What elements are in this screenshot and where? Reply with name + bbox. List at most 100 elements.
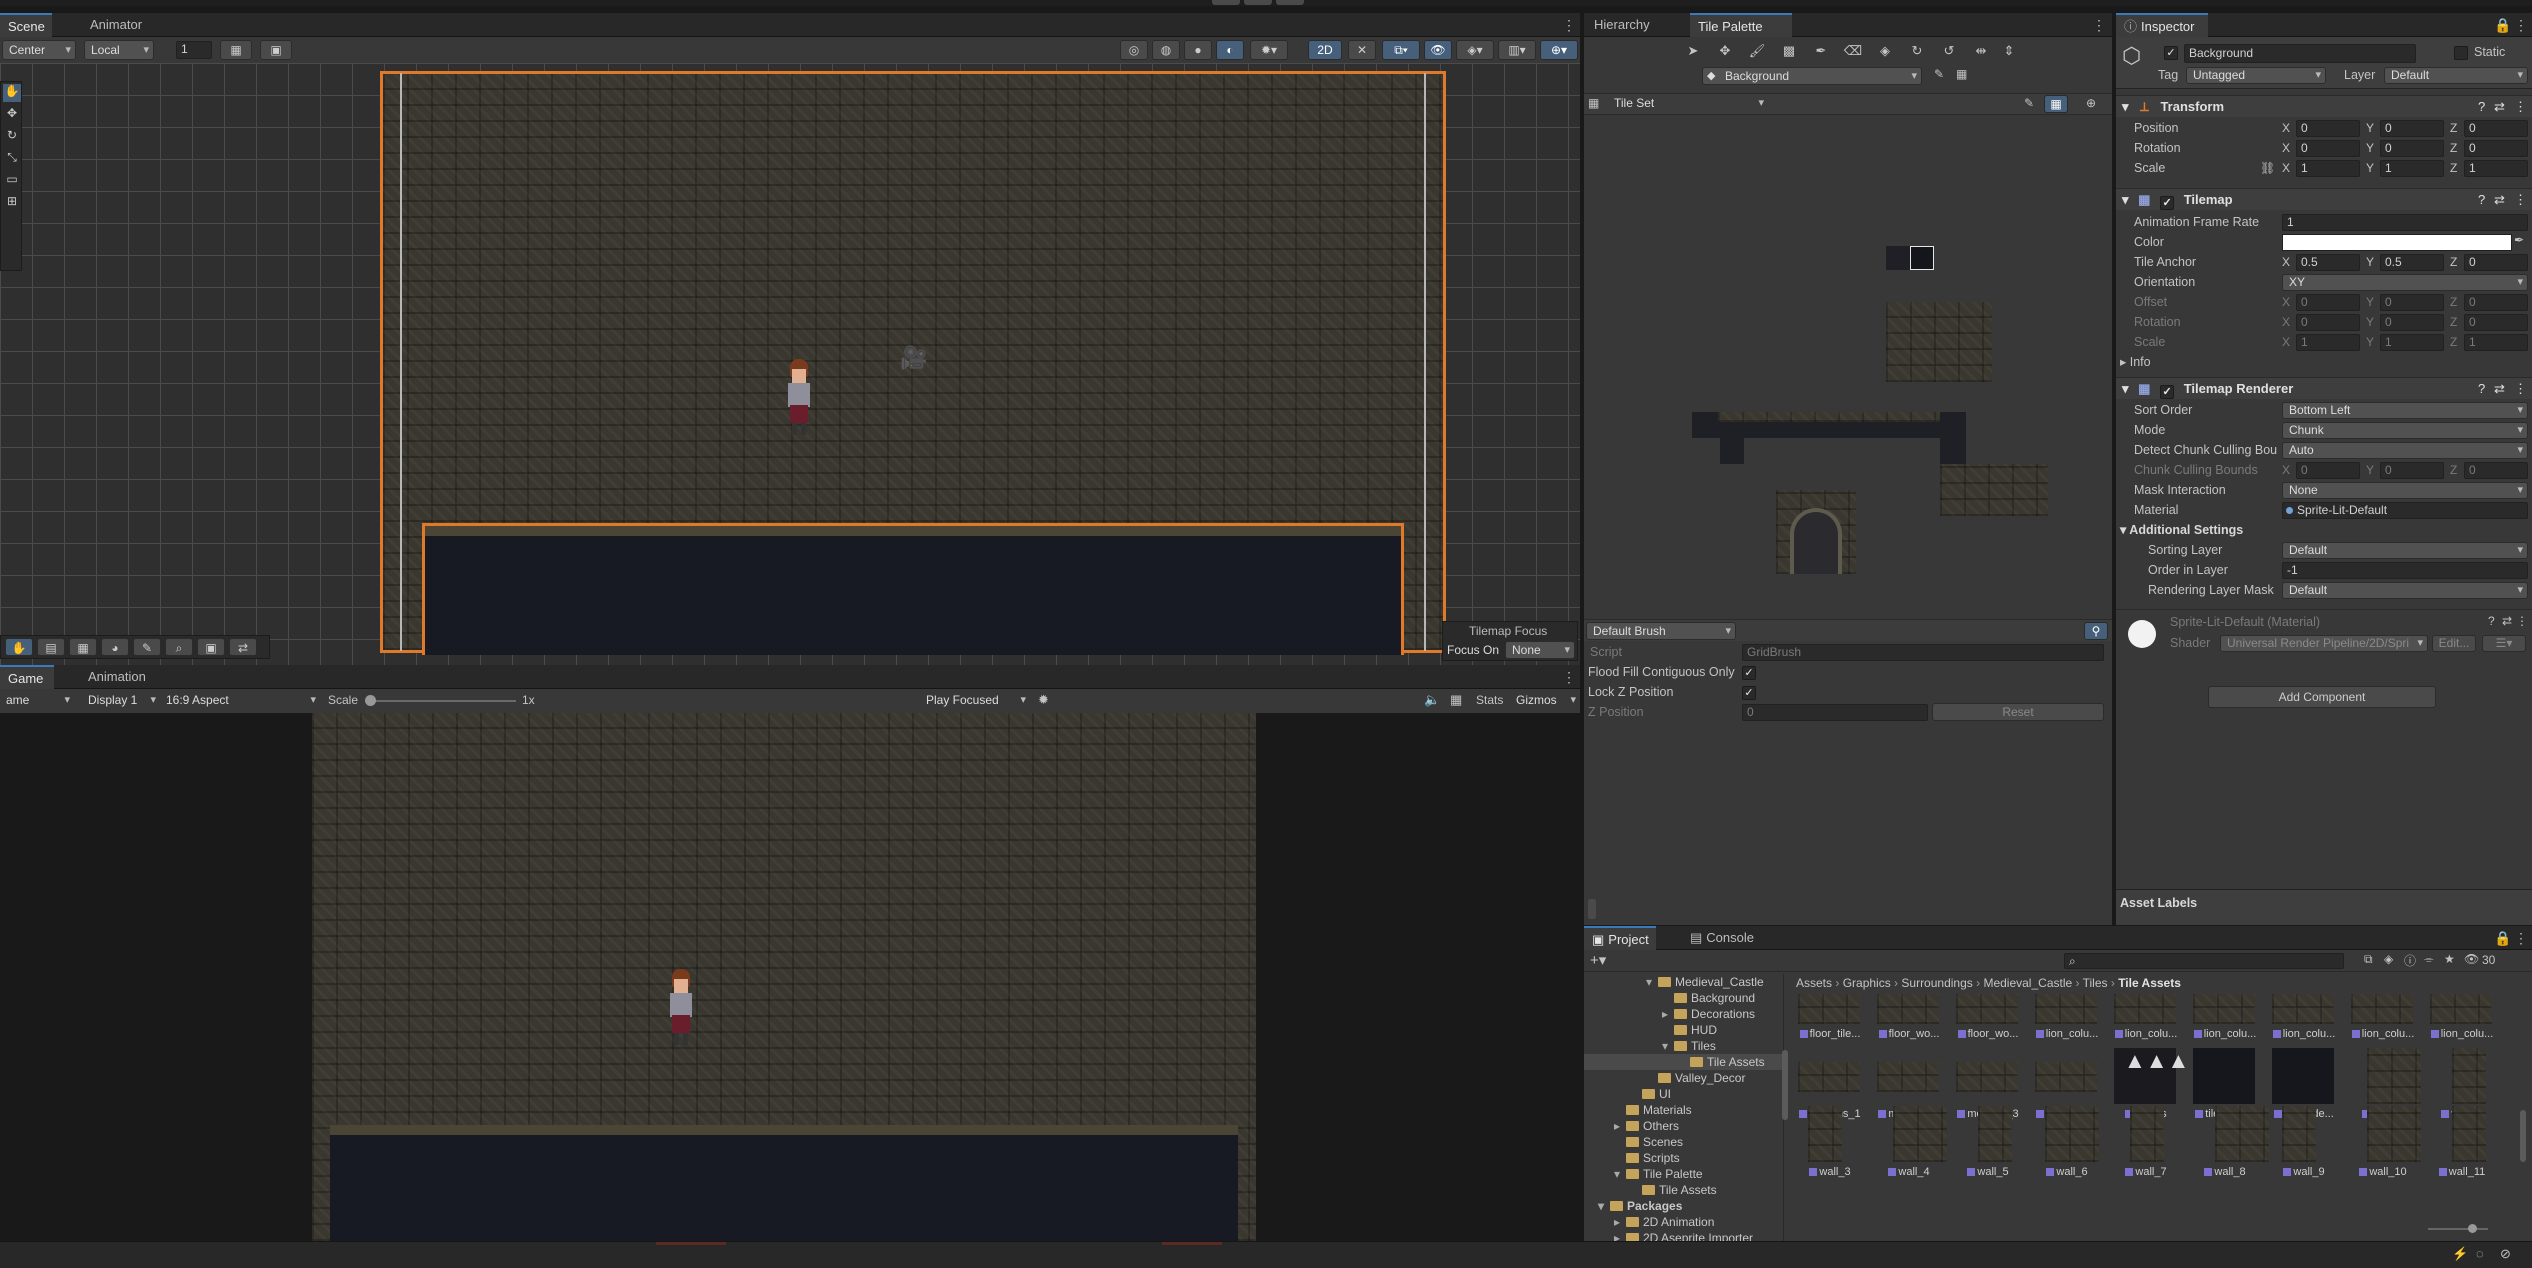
snap-field[interactable]: 1 (176, 41, 212, 59)
tab-tile-palette[interactable]: Tile Palette (1690, 13, 1792, 37)
asset-item[interactable]: lion_colu... (2110, 994, 2180, 1048)
search-by-label-icon[interactable]: ◈ (2384, 952, 2393, 966)
sort-order-dropdown[interactable]: Bottom Left (2282, 402, 2528, 419)
palette-canvas[interactable] (1584, 116, 2112, 620)
tree-item[interactable]: Tile Assets (1584, 1182, 1782, 1198)
brush-dropdown[interactable]: Default Brush (1586, 622, 1736, 640)
eyedropper-icon[interactable]: ✒ (2514, 233, 2524, 247)
tree-item[interactable]: Scripts (1584, 1150, 1782, 1166)
display-dropdown[interactable]: Display 1 (82, 691, 160, 711)
palette-tile-empty[interactable] (1886, 246, 1910, 270)
scene-globe-icon[interactable]: ◎ (1120, 40, 1148, 60)
create-add-icon[interactable]: +▾ (1590, 951, 1606, 969)
eraser-icon[interactable]: ⌫ (1842, 43, 1864, 59)
component-more-icon[interactable]: ⋮ (2514, 378, 2527, 400)
palette-tile-ledge-row[interactable] (1692, 412, 1966, 438)
constrain-proportions-icon[interactable]: ⛓ (2260, 161, 2275, 175)
asset-item[interactable]: floor_tile... (1794, 994, 1864, 1048)
effects-icon[interactable]: ⧉▾ (1382, 40, 1420, 60)
player-character[interactable] (780, 359, 816, 439)
asset-item[interactable]: wall_5 (1952, 1106, 2022, 1186)
favorites-star-icon[interactable]: ★ (2444, 952, 2455, 966)
tree-item[interactable]: ▸ 2D Animation (1584, 1214, 1782, 1230)
focus-on-dropdown[interactable]: None (1505, 641, 1575, 659)
tree-scrollbar[interactable] (1782, 1050, 1788, 1120)
culling-dropdown[interactable]: Auto (2282, 442, 2528, 459)
position-x[interactable]: 0 (2296, 120, 2360, 137)
tilemap-enabled-checkbox[interactable]: ✓ (2160, 196, 2175, 210)
tab-scene[interactable]: Scene (0, 13, 52, 37)
camera-gizmo-icon[interactable]: 🎥 (898, 345, 930, 371)
position-y[interactable]: 0 (2380, 120, 2444, 137)
tab-inspector[interactable]: ⓘ Inspector (2116, 13, 2208, 37)
play-mode-dropdown[interactable]: Play Focused (920, 691, 1030, 711)
picker-tile-icon[interactable]: ▣ (197, 638, 225, 656)
additional-settings-foldout[interactable]: ▾ Additional Settings (2120, 521, 2243, 540)
tree-item[interactable]: Valley_Decor (1584, 1070, 1782, 1086)
bug-icon[interactable]: ✹ (1038, 692, 1049, 708)
fill-icon[interactable]: ◈ (1874, 43, 1896, 59)
tree-item[interactable]: Scenes (1584, 1134, 1782, 1150)
box-fill-icon[interactable]: ▩ (1778, 43, 1800, 59)
shading-wire-icon[interactable]: ◍ (1152, 40, 1180, 60)
asset-item[interactable]: wall_7 (2110, 1106, 2180, 1186)
thumbnail-size-thumb[interactable] (2468, 1224, 2477, 1233)
asset-item[interactable]: wall_9 (2268, 1106, 2338, 1186)
palette-more-icon[interactable]: ⋮ (2092, 17, 2106, 33)
palette-tile-dark[interactable] (1940, 438, 1966, 464)
tree-item[interactable]: HUD (1584, 1022, 1782, 1038)
tree-arrow-icon[interactable]: ▸ (1614, 1214, 1626, 1230)
presets-icon[interactable]: ⇄ (2494, 96, 2505, 118)
lighting-icon[interactable]: ✕ (1348, 40, 1376, 60)
color-swatch[interactable] (2282, 234, 2512, 251)
orientation-dropdown[interactable]: XY (2282, 274, 2528, 291)
asset-item[interactable]: wall_4 (1873, 1106, 1947, 1186)
asset-item[interactable]: floor_wo... (1873, 994, 1943, 1048)
picker-icon[interactable]: ✒ (1810, 43, 1832, 59)
tree-arrow-icon[interactable]: ▸ (1662, 1006, 1674, 1022)
scene-viewport[interactable]: ✋ ✥ ↻ ⤡ ▭ ⊞ 🎥 ✋ ▤ ▦ ◕ ✎ ⌕ ▣ ⇄ Tilemap Fo… (0, 63, 1580, 665)
edit-palette-icon[interactable]: ✎ (2024, 96, 2034, 110)
project-more-icon[interactable]: ⋮ (2514, 930, 2528, 946)
stats-button[interactable]: Stats (1476, 693, 1503, 707)
tree-arrow-icon[interactable]: ▾ (1662, 1038, 1674, 1054)
presets-icon[interactable]: ⇄ (2494, 378, 2505, 400)
tree-item[interactable]: Tile Assets (1584, 1054, 1782, 1070)
flip-y-icon[interactable]: ⇕ (1998, 43, 2020, 59)
tag-dropdown[interactable]: Untagged (2186, 67, 2326, 84)
asset-item[interactable]: wall_11 (2426, 1106, 2496, 1186)
move-icon[interactable]: ✥ (1714, 43, 1736, 59)
asset-item[interactable]: lion_colu... (2426, 994, 2496, 1048)
rotation-x[interactable]: 0 (2296, 140, 2360, 157)
sorting-layer-dropdown[interactable]: Default (2282, 542, 2528, 559)
transform-header[interactable]: ▾ ⟂ Transform ? ⇄ ⋮ (2116, 95, 2532, 117)
brush-pick-icon[interactable]: ⚲ (2084, 622, 2108, 640)
flip-x-icon[interactable]: ⇹ (1970, 43, 1992, 59)
asset-item[interactable]: lion_colu... (2347, 994, 2417, 1048)
tab-animator[interactable]: Animator (82, 13, 150, 37)
palette-settings-icon[interactable]: ⊕ (2086, 96, 2096, 110)
rotation-y[interactable]: 0 (2380, 140, 2444, 157)
tilemap-focus-icon[interactable]: ▦ (1956, 67, 1967, 81)
search-by-importlog-icon[interactable]: ⓘ (2404, 952, 2416, 969)
palette-tile-bricks[interactable] (1940, 464, 2048, 516)
debug-draw-icon[interactable]: ✹▾ (1250, 40, 1288, 60)
rect-tool-icon[interactable]: ▭ (3, 172, 21, 190)
target-picker-icon[interactable]: ✎ (1934, 67, 1944, 81)
aspect-dropdown[interactable]: 16:9 Aspect (160, 691, 320, 711)
anchor-x[interactable]: 0.5 (2296, 254, 2360, 271)
z-position-field[interactable]: 0 (1742, 704, 1928, 721)
tab-game[interactable]: Game (0, 665, 54, 689)
pivot-dropdown[interactable]: Center (2, 40, 76, 60)
tree-item[interactable]: ▾ Tiles (1584, 1038, 1782, 1054)
help-icon[interactable]: ? (2478, 378, 2485, 400)
tree-item[interactable]: UI (1584, 1086, 1782, 1102)
tree-item[interactable]: ▾ Medieval_Castle (1584, 974, 1782, 990)
layer-dropdown[interactable]: Default (2384, 67, 2528, 84)
position-z[interactable]: 0 (2464, 120, 2528, 137)
asset-item[interactable]: wall_3 (1794, 1106, 1864, 1186)
tab-hierarchy[interactable]: Hierarchy (1584, 13, 1658, 37)
space-dropdown[interactable]: Local (84, 40, 154, 60)
scale-tool-icon[interactable]: ⤡ (3, 150, 21, 168)
component-more-icon[interactable]: ⋮ (2514, 96, 2527, 118)
